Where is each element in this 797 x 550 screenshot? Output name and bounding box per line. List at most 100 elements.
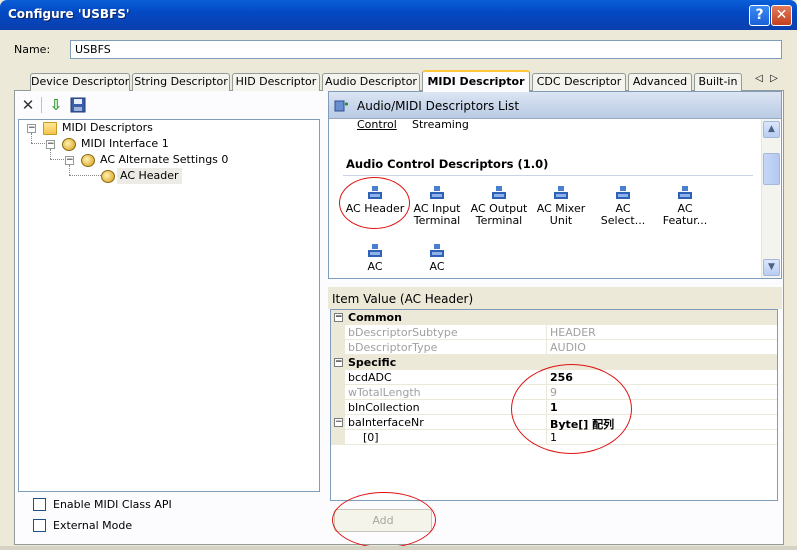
tab-string-descriptor[interactable]: String Descriptor: [132, 73, 230, 91]
descriptor-icon: [678, 186, 692, 199]
descriptor-icon: [368, 244, 382, 257]
tree-node-label: AC Alternate Settings 0: [100, 153, 229, 166]
item-label: Select...: [600, 214, 646, 227]
name-field[interactable]: USBFS: [70, 40, 782, 59]
scrollbar-thumb[interactable]: [763, 153, 780, 185]
collapse-icon[interactable]: −: [334, 358, 343, 367]
checkbox-box[interactable]: [33, 498, 46, 511]
tab-hid-descriptor[interactable]: HID Descriptor: [232, 73, 320, 91]
ac-selector-item[interactable]: AC Select...: [589, 185, 657, 227]
tree-node-midi-descriptors[interactable]: − MIDI Descriptors: [19, 120, 319, 136]
property-name: wTotalLength: [348, 386, 421, 399]
item-label: Terminal: [413, 214, 461, 227]
tab-cdc-descriptor[interactable]: CDC Descriptor: [532, 73, 626, 91]
checkbox-label: External Mode: [53, 519, 133, 532]
ac-mixer-unit-item[interactable]: AC Mixer Unit: [527, 185, 595, 227]
tab-device-descriptor[interactable]: Device Descriptor: [30, 73, 130, 91]
descriptor-icon: [554, 186, 568, 199]
ac-header-item[interactable]: AC Header: [341, 185, 409, 215]
column-divider: [546, 370, 547, 385]
descriptor-icon: [368, 186, 382, 199]
tab-advanced[interactable]: Advanced: [628, 73, 692, 91]
save-icon[interactable]: [68, 95, 88, 115]
checkbox-label: Enable MIDI Class API: [53, 498, 172, 511]
collapse-icon[interactable]: −: [46, 140, 55, 149]
collapse-icon[interactable]: −: [65, 156, 74, 165]
descriptor-list-icon: [334, 99, 349, 113]
property-row[interactable]: bInCollection 1: [331, 400, 777, 415]
scroll-up-icon[interactable]: ▲: [763, 121, 780, 138]
tree-toolbar: ✕ ⇩: [18, 95, 320, 117]
collapse-icon[interactable]: −: [334, 313, 343, 322]
column-divider: [546, 325, 547, 340]
category-label: Common: [348, 311, 402, 324]
property-value: 9: [550, 386, 557, 399]
folder-icon: [43, 122, 57, 135]
property-name: bcdADC: [348, 371, 392, 384]
descriptor-tree: − MIDI Descriptors − MIDI Interface 1 − …: [18, 119, 320, 492]
property-row[interactable]: wTotalLength 9: [331, 385, 777, 400]
tab-scroll-right-icon[interactable]: ▷: [767, 73, 781, 89]
import-icon[interactable]: ⇩: [46, 95, 66, 115]
property-row[interactable]: [0] 1: [331, 430, 777, 445]
property-grid: − Common bDescriptorSubtype HEADER bDesc…: [330, 309, 778, 501]
scroll-down-icon[interactable]: ▼: [763, 259, 780, 276]
ac-item-8[interactable]: AC: [403, 243, 471, 273]
tree-node-ac-header[interactable]: AC Header: [19, 168, 319, 184]
toolbar-separator: [41, 97, 42, 113]
ac-output-terminal-item[interactable]: AC Output Terminal: [465, 185, 533, 227]
tree-node-midi-interface[interactable]: − MIDI Interface 1: [19, 136, 319, 152]
help-button[interactable]: ?: [749, 5, 770, 26]
property-value[interactable]: 1: [550, 431, 557, 444]
tree-node-label: MIDI Descriptors: [62, 121, 153, 134]
descriptor-list-scrollbar[interactable]: ▲ ▼: [761, 119, 780, 278]
tree-node-label: MIDI Interface 1: [81, 137, 169, 150]
checkbox-box[interactable]: [33, 519, 46, 532]
category-common[interactable]: − Common: [331, 310, 777, 325]
item-label: AC: [367, 260, 383, 273]
partial-item-streaming[interactable]: Streaming: [412, 119, 469, 131]
partial-item-control[interactable]: Control: [357, 119, 397, 131]
section-title: Audio Control Descriptors (1.0): [346, 157, 549, 171]
property-row[interactable]: bcdADC 256: [331, 370, 777, 385]
speaker-icon: [101, 170, 115, 183]
descriptor-list: Control Streaming Audio Control Descript…: [329, 119, 761, 278]
row-gutter: [331, 340, 345, 355]
column-divider: [546, 415, 547, 430]
property-value[interactable]: 1: [550, 401, 558, 414]
collapse-icon[interactable]: −: [27, 124, 36, 133]
ac-item-7[interactable]: AC: [341, 243, 409, 273]
property-name: bDescriptorType: [348, 341, 438, 354]
descriptor-icon: [430, 244, 444, 257]
window-bottom-edge: [0, 546, 797, 550]
external-mode-checkbox[interactable]: External Mode: [33, 518, 233, 534]
category-specific[interactable]: − Specific: [331, 355, 777, 370]
enable-midi-class-api-checkbox[interactable]: Enable MIDI Class API: [33, 497, 233, 513]
add-button[interactable]: Add: [334, 509, 432, 532]
row-gutter: [331, 385, 345, 400]
tab-audio-descriptor[interactable]: Audio Descriptor: [322, 73, 420, 91]
tree-node-label: AC Header: [117, 168, 182, 184]
property-row[interactable]: − baInterfaceNr Byte[] 配列: [331, 415, 777, 431]
delete-icon[interactable]: ✕: [18, 95, 38, 115]
descriptor-list-header: Audio/MIDI Descriptors List: [329, 92, 781, 119]
property-name: [0]: [363, 431, 379, 444]
tab-scroll-left-icon[interactable]: ◁: [752, 73, 766, 89]
tree-node-ac-alternate-settings[interactable]: − AC Alternate Settings 0: [19, 152, 319, 168]
property-value: HEADER: [550, 326, 596, 339]
property-row[interactable]: bDescriptorSubtype HEADER: [331, 325, 777, 340]
property-row[interactable]: bDescriptorType AUDIO: [331, 340, 777, 355]
property-value[interactable]: 256: [550, 371, 573, 384]
item-value-caption-bar: Item Value (AC Header): [328, 287, 782, 309]
collapse-icon[interactable]: −: [334, 418, 343, 427]
item-value-caption: Item Value (AC Header): [332, 292, 474, 306]
tab-strip: Device Descriptor String Descriptor HID …: [30, 70, 790, 92]
tab-built-in[interactable]: Built-in: [694, 73, 742, 91]
ac-feature-item[interactable]: AC Featur...: [651, 185, 719, 227]
name-label: Name:: [14, 43, 51, 56]
ac-input-terminal-item[interactable]: AC Input Terminal: [403, 185, 471, 227]
column-divider: [546, 430, 547, 445]
close-button[interactable]: ✕: [771, 5, 792, 26]
tab-midi-descriptor[interactable]: MIDI Descriptor: [422, 70, 530, 92]
item-label: Terminal: [475, 214, 523, 227]
